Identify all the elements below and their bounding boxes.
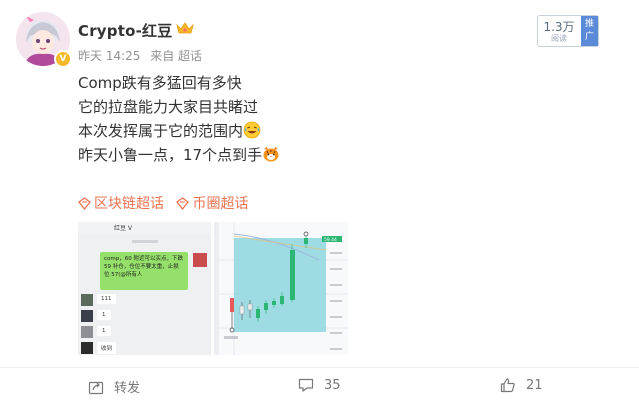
post-line: 昨天小鲁一点，17个点到手	[78, 143, 280, 167]
repost-button[interactable]: 转发	[88, 377, 140, 396]
candlestick-chart-image[interactable]: 59.44	[214, 222, 348, 355]
super-topic-icon	[78, 196, 91, 210]
share-icon	[88, 381, 104, 394]
post-meta: 昨天 14:25 来自 超话	[78, 47, 208, 64]
verified-badge: V	[54, 50, 72, 68]
laughing-emoji-icon	[243, 121, 261, 139]
comment-button[interactable]: 35	[298, 377, 341, 393]
post-text: Comp跌有多猛回有多快 它的拉盘能力大家目共睹过 本次发挥属于它的范围内 昨天…	[78, 71, 280, 167]
chat-screenshot-image[interactable]: 红豆 V comp，60 附近可以买点，下跌 59 补仓，仓位不要太重，止损位 …	[78, 222, 211, 355]
read-count-box[interactable]: 1.3万 阅读 推广	[537, 15, 599, 47]
tiger-emoji-icon	[263, 147, 279, 162]
post-line: Comp跌有多猛回有多快	[78, 74, 242, 92]
post-line: 本次发挥属于它的范围内	[78, 119, 280, 143]
topic-links: 区块链超话 币圈超话	[78, 193, 256, 214]
chat-avatar	[193, 253, 207, 267]
candlestick-chart-graphic: 59.44	[214, 222, 348, 355]
post-line: 它的拉盘能力大家目共睹过	[78, 98, 259, 116]
post-line-text: 昨天小鲁一点，17个点到手	[78, 146, 263, 164]
topic-label: 区块链超话	[94, 196, 164, 212]
post-line-text: 本次发挥属于它的范围内	[78, 122, 244, 140]
read-label: 阅读	[551, 34, 567, 43]
like-count: 21	[526, 377, 543, 393]
chat-header: 红豆 V	[114, 225, 133, 232]
chat-bubble: comp，60 附近可以买点，下跌 59 补仓，仓位不要太重，止损位 57(@所…	[100, 252, 188, 290]
comment-icon	[298, 378, 314, 392]
topic-link[interactable]: 币圈超话	[176, 193, 248, 213]
post-source[interactable]: 来自 超话	[150, 49, 202, 63]
thumbs-up-icon	[500, 378, 515, 393]
topic-label: 币圈超话	[192, 196, 249, 212]
topic-link[interactable]: 区块链超话	[78, 193, 164, 213]
post-time[interactable]: 昨天 14:25	[78, 49, 140, 63]
like-button[interactable]: 21	[500, 377, 543, 393]
promote-button[interactable]: 推广	[581, 16, 598, 46]
username[interactable]: Crypto-红豆	[78, 20, 172, 41]
repost-label: 转发	[114, 381, 141, 396]
chat-bubble-text: comp，60 附近可以买点，下跌 59 补仓，仓位不要太重，止损位 57(@所…	[104, 256, 183, 278]
super-topic-icon	[176, 196, 190, 210]
comment-count: 35	[324, 377, 341, 393]
crown-icon	[176, 22, 194, 34]
chart-price-tag: 59.44	[324, 237, 337, 243]
action-divider	[0, 367, 639, 368]
